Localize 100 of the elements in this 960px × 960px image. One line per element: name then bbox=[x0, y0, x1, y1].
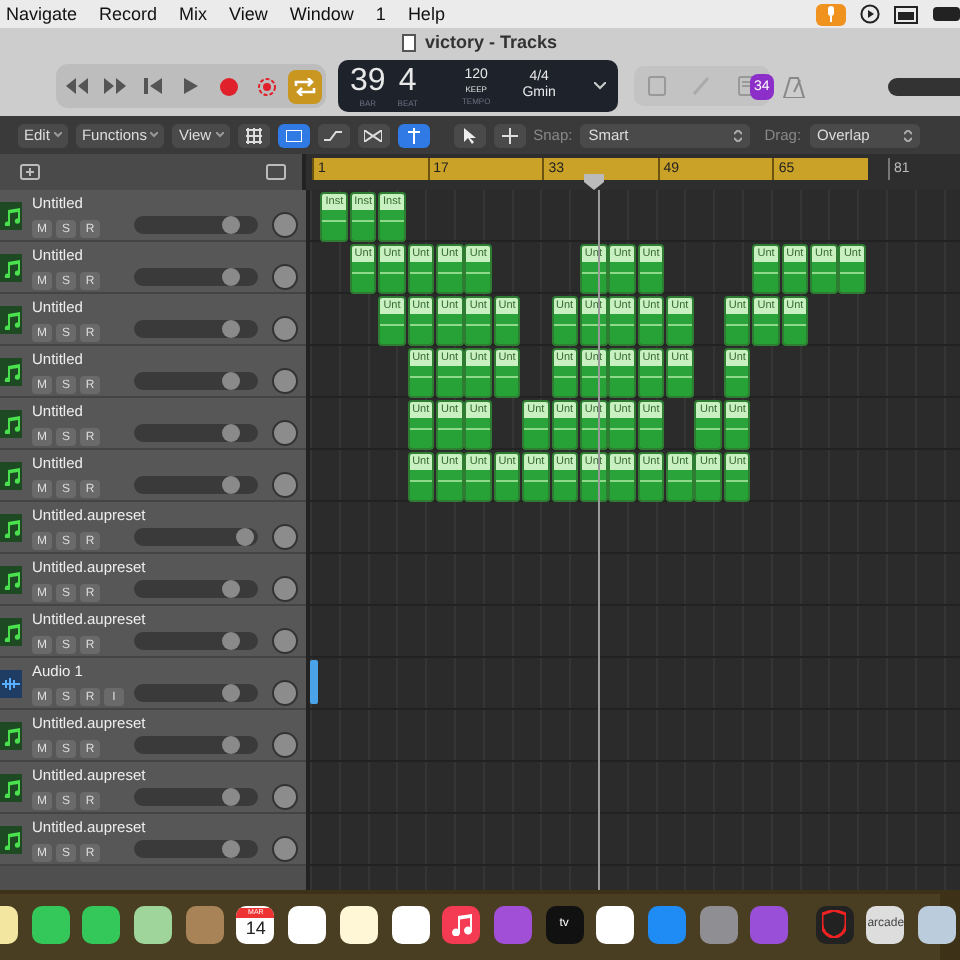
dock-app-icon[interactable] bbox=[918, 905, 957, 943]
music-note-icon bbox=[0, 306, 22, 334]
music-note-icon bbox=[0, 566, 22, 594]
play-circle-icon bbox=[860, 4, 880, 24]
document-icon bbox=[402, 33, 417, 51]
metronome-icon bbox=[781, 75, 806, 97]
slider-thumb[interactable] bbox=[221, 580, 240, 598]
dock-app-icon[interactable] bbox=[339, 905, 378, 943]
volume-slider[interactable] bbox=[134, 840, 258, 858]
cycle-button[interactable] bbox=[288, 69, 322, 103]
music-note-icon bbox=[0, 254, 22, 282]
pointer-tool-icon[interactable] bbox=[453, 123, 486, 147]
waveform-icon bbox=[0, 670, 22, 698]
cycle-icon bbox=[294, 77, 316, 95]
crosshair-tool-icon[interactable] bbox=[493, 123, 526, 147]
menu-item[interactable]: Mix bbox=[179, 4, 208, 24]
music-note-icon bbox=[0, 722, 22, 750]
volume-slider[interactable] bbox=[134, 372, 258, 390]
pan-knob[interactable] bbox=[272, 264, 298, 290]
slider-thumb[interactable] bbox=[221, 424, 240, 442]
slider-thumb[interactable] bbox=[221, 320, 240, 338]
volume-slider[interactable] bbox=[134, 632, 258, 650]
window-title: victory - Tracks bbox=[424, 32, 558, 52]
catch-playhead-icon[interactable] bbox=[397, 123, 430, 147]
pan-knob[interactable] bbox=[272, 420, 298, 446]
volume-slider[interactable] bbox=[134, 788, 258, 806]
caret-icon bbox=[150, 132, 159, 138]
menu-item[interactable]: Help bbox=[407, 4, 445, 24]
volume-slider[interactable] bbox=[134, 684, 258, 702]
volume-slider[interactable] bbox=[134, 528, 258, 546]
pan-knob[interactable] bbox=[272, 784, 298, 810]
slider-thumb[interactable] bbox=[221, 476, 240, 494]
stepper-arrows-icon bbox=[903, 129, 912, 141]
menu-item[interactable]: Navigate bbox=[6, 4, 78, 24]
music-note-icon bbox=[0, 410, 22, 438]
pan-knob[interactable] bbox=[272, 628, 298, 654]
volume-slider[interactable] bbox=[134, 476, 258, 494]
slider-thumb[interactable] bbox=[221, 788, 240, 806]
caret-icon[interactable] bbox=[594, 82, 606, 90]
go-to-start-icon bbox=[144, 78, 162, 94]
menu-item[interactable]: 1 bbox=[375, 4, 386, 24]
slider-thumb[interactable] bbox=[221, 736, 240, 754]
pan-knob[interactable] bbox=[272, 680, 298, 706]
slider-thumb[interactable] bbox=[221, 840, 240, 858]
list-icon bbox=[647, 76, 666, 96]
pan-knob[interactable] bbox=[272, 316, 298, 342]
volume-slider[interactable] bbox=[134, 424, 258, 442]
volume-slider[interactable] bbox=[134, 320, 258, 338]
menu-item[interactable]: View bbox=[229, 4, 268, 24]
slider-thumb[interactable] bbox=[221, 372, 240, 390]
grid-view-icon[interactable] bbox=[237, 123, 270, 147]
dock-app-icon[interactable] bbox=[596, 905, 635, 943]
music-note-icon bbox=[0, 462, 22, 490]
microphone-icon[interactable] bbox=[816, 3, 846, 25]
tracks-view-icon[interactable] bbox=[277, 123, 310, 147]
pan-knob[interactable] bbox=[272, 732, 298, 758]
add-track-icon bbox=[20, 164, 40, 180]
battery-icon bbox=[932, 6, 960, 22]
volume-slider[interactable] bbox=[134, 268, 258, 286]
pan-knob[interactable] bbox=[272, 472, 298, 498]
volume-slider[interactable] bbox=[134, 216, 258, 234]
pan-knob[interactable] bbox=[272, 212, 298, 238]
bar-number: 39 bbox=[350, 65, 386, 97]
slider-thumb[interactable] bbox=[221, 268, 240, 286]
slider-thumb[interactable] bbox=[221, 216, 240, 234]
dock-app-icon[interactable] bbox=[31, 905, 70, 943]
fast-forward-icon bbox=[104, 78, 126, 94]
cycle-region[interactable] bbox=[312, 158, 868, 180]
music-note-icon bbox=[0, 774, 22, 802]
menu-item[interactable]: Record bbox=[99, 4, 158, 24]
pan-knob[interactable] bbox=[272, 524, 298, 550]
dock-app-icon[interactable] bbox=[82, 905, 121, 943]
music-note-icon bbox=[0, 618, 22, 646]
dock-app-icon[interactable] bbox=[442, 905, 481, 943]
slider-thumb[interactable] bbox=[221, 684, 240, 702]
pan-knob[interactable] bbox=[272, 368, 298, 394]
music-note-icon bbox=[0, 202, 22, 230]
calendar-day: 14 bbox=[245, 918, 266, 940]
dock-app-icon[interactable] bbox=[134, 905, 173, 943]
dark-capsule bbox=[888, 77, 960, 95]
slider-thumb[interactable] bbox=[236, 528, 255, 546]
music-note-icon bbox=[0, 826, 22, 854]
flex-icon[interactable] bbox=[357, 123, 390, 147]
capture-record-icon bbox=[258, 77, 276, 95]
volume-slider[interactable] bbox=[134, 580, 258, 598]
slider-thumb[interactable] bbox=[221, 632, 240, 650]
pan-knob[interactable] bbox=[272, 836, 298, 862]
window-icon bbox=[894, 5, 918, 23]
play-icon bbox=[184, 78, 198, 94]
menu-item[interactable]: Window bbox=[289, 4, 354, 24]
music-note-icon bbox=[0, 358, 22, 386]
pencil-icon bbox=[692, 76, 711, 96]
automation-icon[interactable] bbox=[317, 123, 350, 147]
pan-knob[interactable] bbox=[272, 576, 298, 602]
dock-app-icon[interactable] bbox=[391, 905, 429, 943]
rewind-icon bbox=[66, 78, 88, 94]
caret-icon bbox=[53, 132, 62, 138]
track-header-icon bbox=[266, 164, 286, 180]
volume-slider[interactable] bbox=[134, 736, 258, 754]
dock-app-icon[interactable] bbox=[288, 905, 327, 943]
